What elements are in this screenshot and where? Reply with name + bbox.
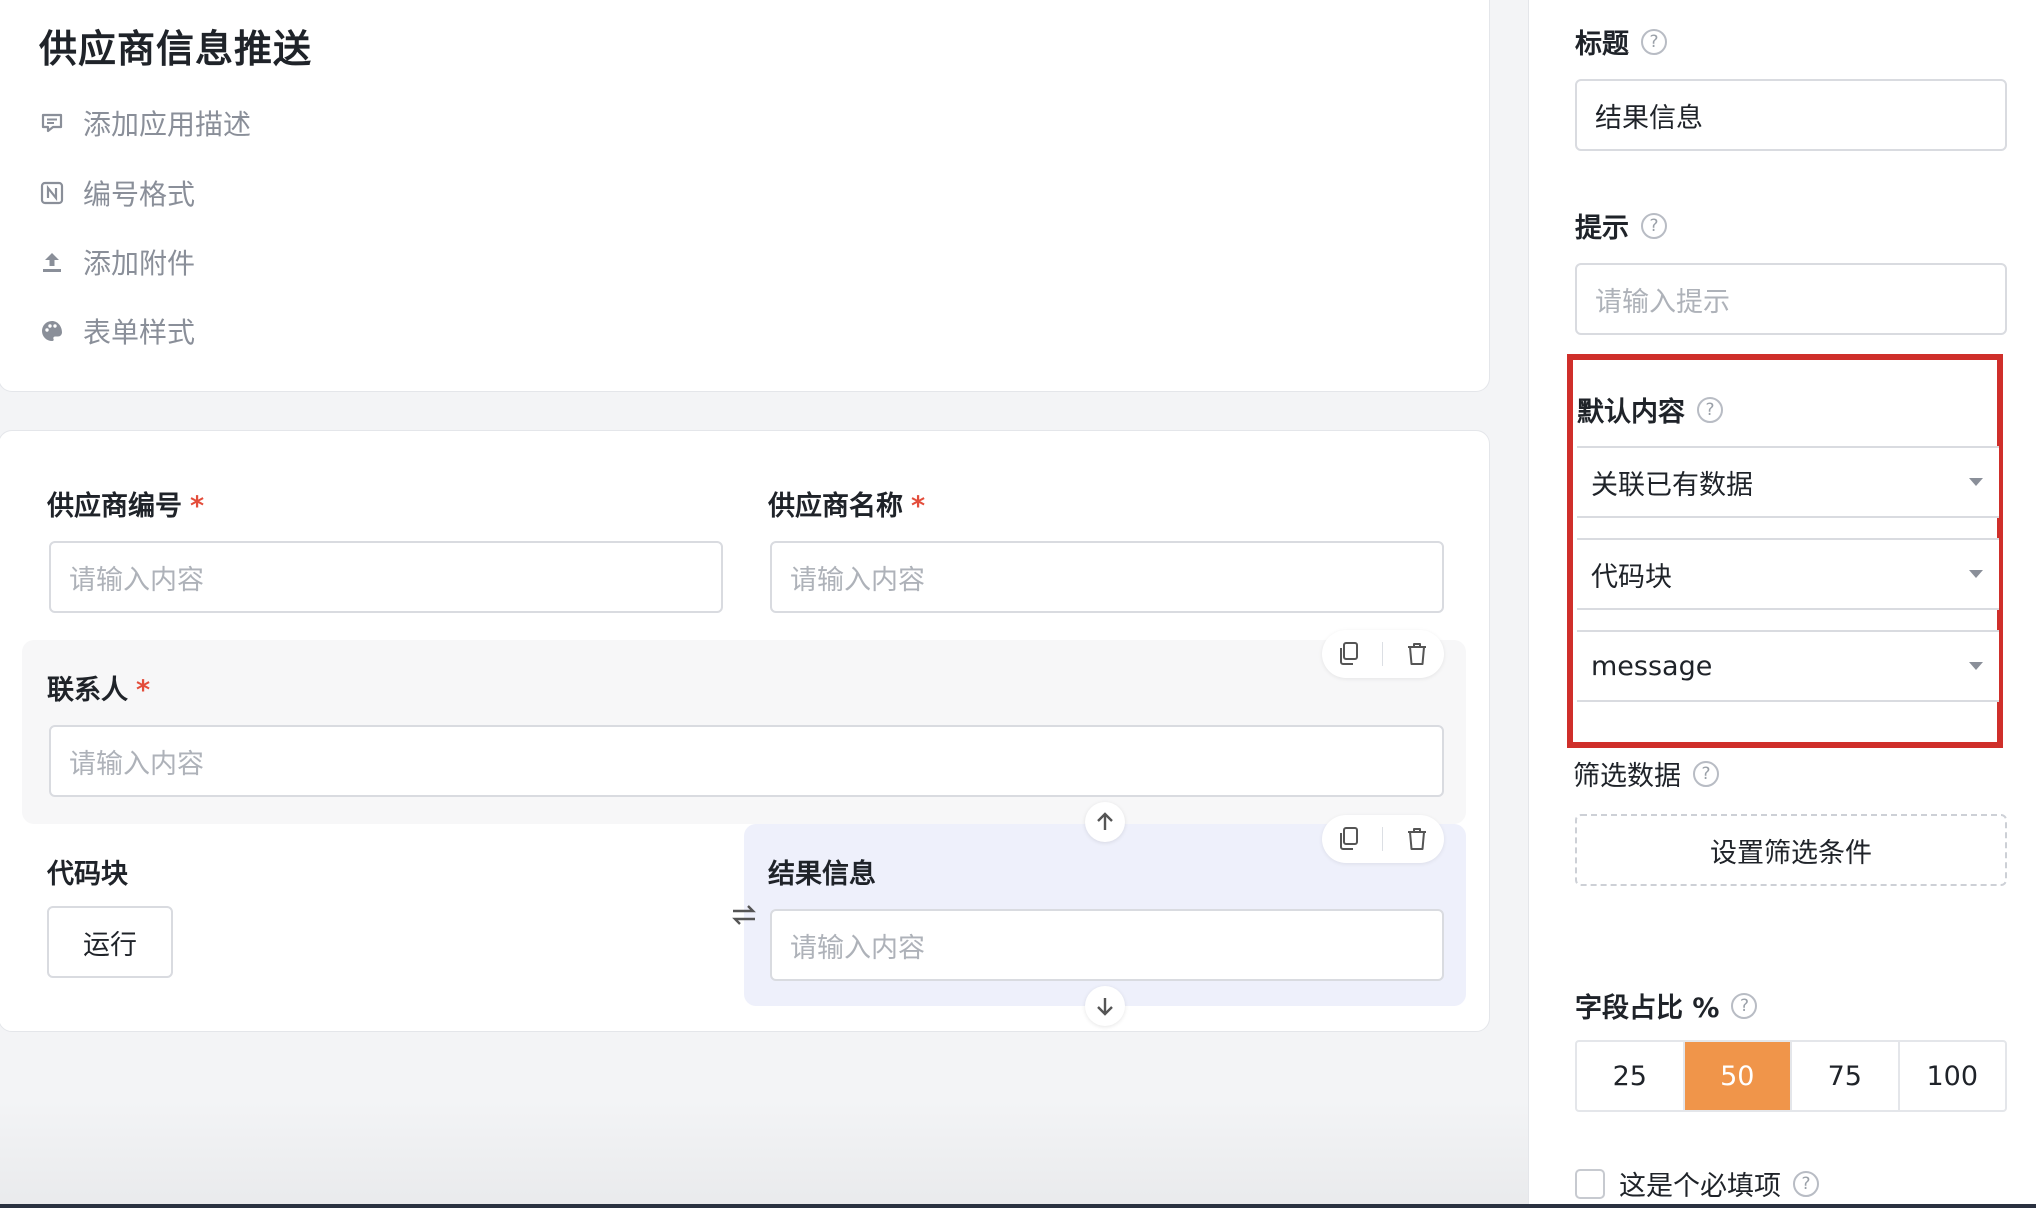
form-canvas: 供应商信息推送 添加应用描述 编号格式 添加附件 表单样式 供应商编号 * 请输… [0,0,1528,1208]
result-toolbar [1322,815,1444,863]
label-text: 默认内容 [1577,397,1685,428]
properties-panel: 标题 ? 结果信息 提示 ? 请输入提示 默认内容 ? 关联已有数据 代码块 m… [1528,0,2036,1208]
label-text: 字段占比 % [1575,993,1720,1024]
supplier-no-label: 供应商编号 * [47,484,204,523]
width-option-25[interactable]: 25 [1577,1042,1685,1110]
divider [1382,642,1384,666]
help-icon[interactable]: ? [1697,396,1723,423]
label-text: 提示 [1575,213,1629,244]
filter-prop-label: 筛选数据 ? [1573,754,1719,793]
default-source-select[interactable]: 关联已有数据 [1577,446,1999,518]
title-prop-label: 标题 ? [1575,22,1667,61]
help-icon[interactable]: ? [1641,212,1667,239]
move-down-button[interactable] [1085,986,1125,1026]
number-format-item[interactable]: 编号格式 [39,173,195,213]
required-mark: * [136,675,151,706]
comment-icon [39,110,65,136]
supplier-name-input[interactable]: 请输入内容 [770,541,1444,613]
required-toggle-row: 这是个必填项 ? [1575,1164,1819,1203]
number-format-icon [39,180,65,206]
code-block-label: 代码块 [47,859,128,890]
result-input[interactable]: 请输入内容 [770,909,1444,981]
help-icon[interactable]: ? [1793,1170,1819,1197]
width-segmented-control: 25 50 75 100 [1575,1040,2007,1112]
form-style-item[interactable]: 表单样式 [39,311,195,351]
run-button[interactable]: 运行 [47,906,173,978]
contact-label: 联系人 * [47,668,150,707]
chevron-down-icon [1969,478,1983,486]
swap-icon[interactable] [724,895,764,935]
label-text: 供应商编号 [47,491,182,522]
width-prop-label: 字段占比 % ? [1575,986,1758,1025]
supplier-no-input[interactable]: 请输入内容 [49,541,723,613]
default-prop-label: 默认内容 ? [1577,390,1723,429]
app-title[interactable]: 供应商信息推送 [39,18,312,73]
select-value: 代码块 [1591,561,1672,593]
palette-icon [39,318,65,344]
field-select[interactable]: message [1577,630,1999,702]
window-bottom-edge [0,1204,2036,1208]
help-icon[interactable]: ? [1731,992,1758,1019]
width-option-75[interactable]: 75 [1792,1042,1900,1110]
width-option-50[interactable]: 50 [1684,1042,1792,1110]
width-option-100[interactable]: 100 [1900,1042,2006,1110]
menu-label: 编号格式 [83,178,196,211]
upload-icon [39,249,65,275]
arrow-down-icon [1097,998,1113,1016]
chevron-down-icon [1969,662,1983,670]
required-checkbox[interactable] [1575,1168,1605,1199]
chevron-down-icon [1969,570,1983,578]
menu-label: 表单样式 [83,316,196,349]
contact-input[interactable]: 请输入内容 [49,725,1444,797]
required-mark: * [190,491,205,522]
copy-icon[interactable] [1329,819,1369,859]
app-info-card: 供应商信息推送 添加应用描述 编号格式 添加附件 表单样式 [0,0,1490,392]
label-text: 筛选数据 [1573,761,1681,792]
select-value: message [1591,650,1713,682]
supplier-name-label: 供应商名称 * [768,484,925,523]
code-block-select[interactable]: 代码块 [1577,538,1999,610]
set-filter-button[interactable]: 设置筛选条件 [1575,814,2007,886]
add-description-item[interactable]: 添加应用描述 [39,103,251,143]
result-label: 结果信息 [768,859,876,890]
label-text: 标题 [1575,29,1629,60]
arrow-up-icon [1097,812,1113,830]
copy-icon[interactable] [1329,634,1369,674]
title-prop-input[interactable]: 结果信息 [1575,79,2007,151]
divider [1382,827,1384,851]
contact-toolbar [1322,630,1444,678]
hint-prop-input[interactable]: 请输入提示 [1575,263,2007,335]
add-attachment-item[interactable]: 添加附件 [39,242,195,282]
label-text: 供应商名称 [768,491,903,522]
required-checkbox-label: 这是个必填项 [1619,1171,1781,1202]
move-up-button[interactable] [1085,802,1125,842]
hint-prop-label: 提示 ? [1575,206,1667,245]
menu-label: 添加应用描述 [83,108,252,141]
select-value: 关联已有数据 [1591,469,1753,501]
trash-icon[interactable] [1397,634,1437,674]
label-text: 联系人 [47,675,128,706]
help-icon[interactable]: ? [1693,760,1719,787]
required-mark: * [911,491,926,522]
menu-label: 添加附件 [83,247,196,280]
trash-icon[interactable] [1397,819,1437,859]
help-icon[interactable]: ? [1641,28,1667,55]
